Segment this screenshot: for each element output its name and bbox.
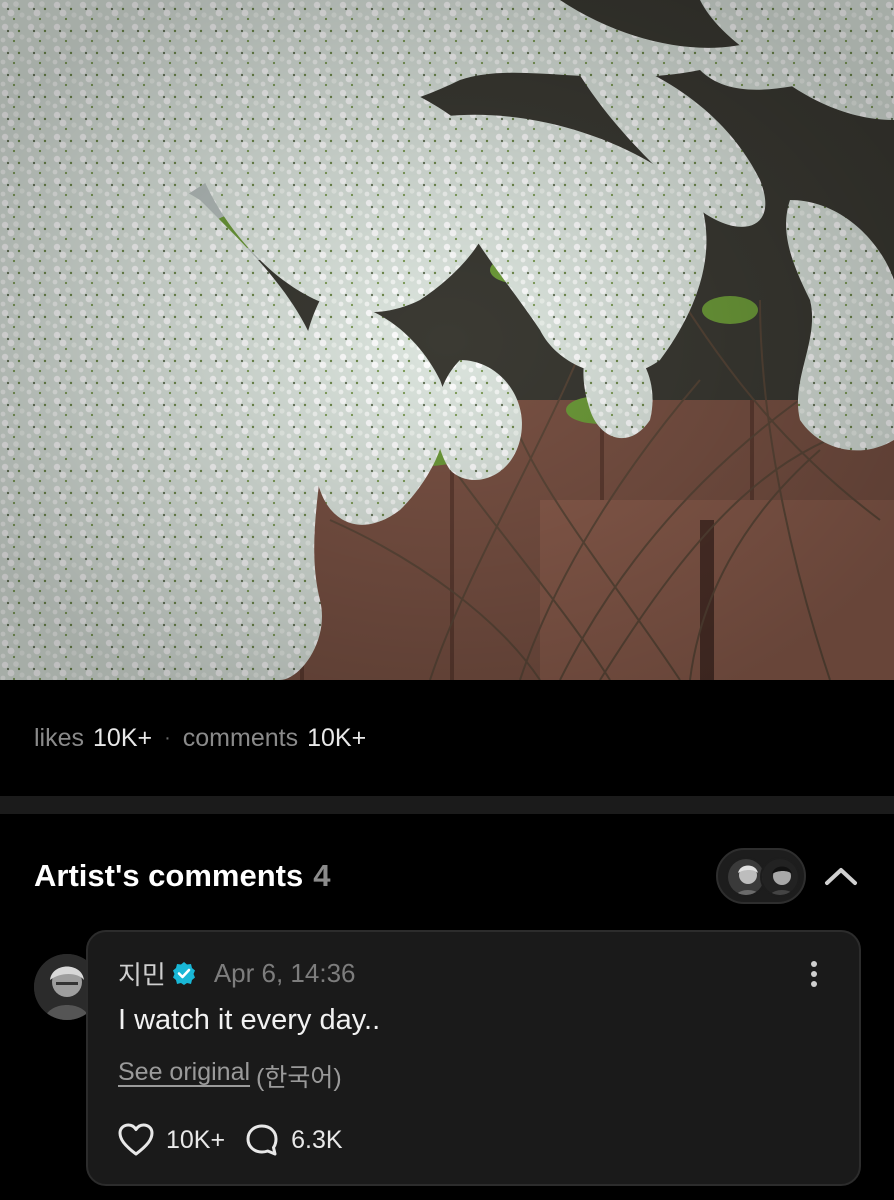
stats-separator: ·	[164, 726, 171, 749]
comment-header: 지민 Apr 6, 14:36	[118, 956, 356, 990]
more-vertical-icon	[811, 961, 817, 987]
comment-bubble-icon	[246, 1124, 278, 1156]
comment-actions: 10K+ 6.3K	[118, 1120, 343, 1160]
likes-count[interactable]: 10K+	[93, 724, 152, 753]
comments-label: comments	[182, 723, 299, 752]
reply-button[interactable]: 6.3K	[245, 1123, 343, 1157]
like-count: 10K+	[166, 1125, 226, 1154]
heart-icon	[118, 1123, 154, 1156]
artist-avatar-2	[760, 857, 800, 897]
like-button[interactable]: 10K+	[118, 1123, 225, 1157]
artist-comments-section: Artist's comments 4 지민 Apr 6, 14:36 I wa…	[0, 814, 894, 1200]
artist-comments-title: Artist's comments	[34, 858, 304, 893]
comment-text: I watch it every day..	[118, 1004, 381, 1036]
artist-avatar-2-graphic	[762, 859, 798, 895]
comment-author-name[interactable]: 지민	[118, 955, 166, 992]
section-divider	[0, 796, 894, 814]
see-original-row: See original (한국어)	[118, 1058, 342, 1094]
post-stats: likes 10K+ · comments 10K+	[0, 680, 894, 796]
artist-comments-header: Artist's comments 4	[34, 854, 330, 898]
original-language: (한국어)	[256, 1064, 342, 1092]
comments-count[interactable]: 10K+	[307, 724, 366, 753]
chevron-up-icon	[825, 868, 857, 885]
verified-badge-icon	[172, 961, 196, 985]
likes-label: likes	[34, 723, 85, 752]
comment-card[interactable]: 지민 Apr 6, 14:36 I watch it every day.. S…	[86, 930, 861, 1186]
blossom-photo-graphic	[0, 0, 894, 680]
collapse-button[interactable]	[822, 858, 860, 894]
comment-timestamp: Apr 6, 14:36	[213, 957, 356, 988]
see-original-link[interactable]: See original	[118, 1058, 250, 1094]
post-photo[interactable]	[0, 0, 894, 680]
artist-avatars-pill[interactable]	[716, 848, 806, 904]
more-options-button[interactable]	[800, 956, 828, 992]
artist-comments-count: 4	[313, 858, 331, 893]
reply-count: 6.3K	[291, 1125, 343, 1154]
